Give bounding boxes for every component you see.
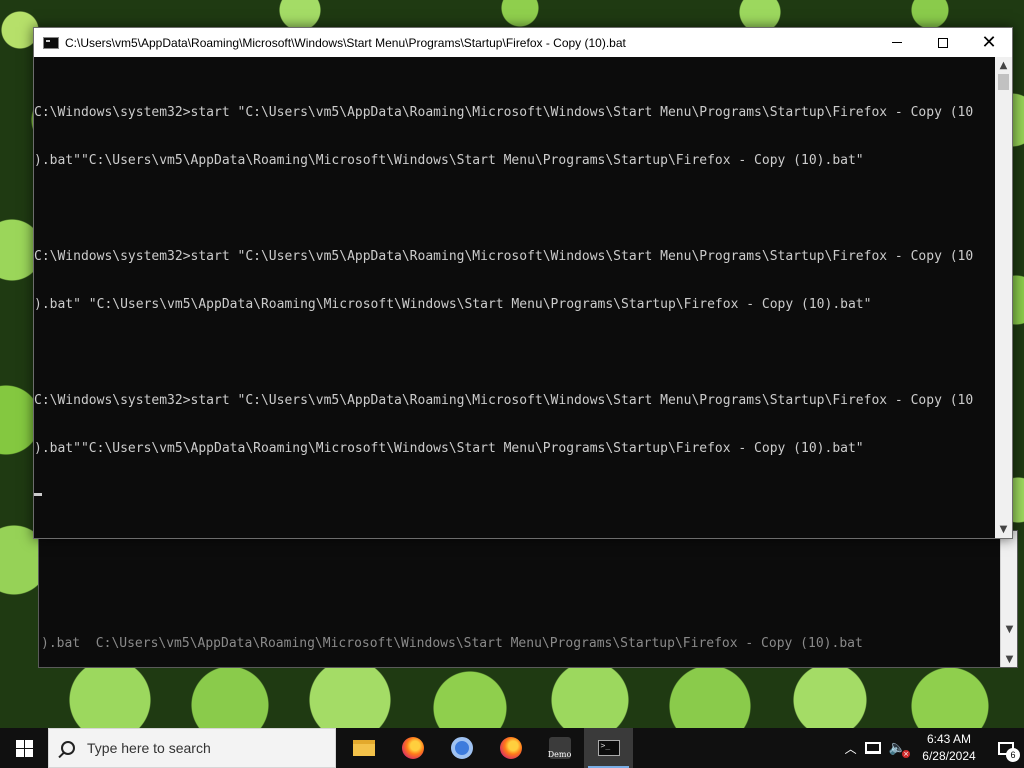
- start-button[interactable]: [0, 728, 48, 768]
- close-button[interactable]: ✕: [966, 28, 1012, 57]
- show-hidden-icons-button[interactable]: ︿: [841, 728, 861, 768]
- console-line: ).bat""C:\Users\vm5\AppData\Roaming\Micr…: [34, 153, 864, 168]
- taskbar-firefox-2[interactable]: [486, 728, 535, 768]
- windows-logo-icon: [15, 739, 33, 757]
- taskbar-demo[interactable]: Demo: [535, 728, 584, 768]
- network-button[interactable]: [861, 728, 885, 768]
- console-line: ).bat""C:\Users\vm5\AppData\Roaming\Micr…: [34, 441, 864, 456]
- close-icon: ✕: [981, 31, 997, 53]
- clock-date: 6/28/2024: [922, 749, 976, 763]
- background-console-line: ).bat C:\Users\vm5\AppData\Roaming\Micro…: [41, 636, 863, 651]
- console-window[interactable]: C:\Users\vm5\AppData\Roaming\Microsoft\W…: [33, 27, 1013, 539]
- background-console-window[interactable]: ).bat C:\Users\vm5\AppData\Roaming\Micro…: [38, 530, 1018, 668]
- system-tray: ︿ 🔈 × 6:43 AM 6/28/2024 6: [841, 728, 1024, 768]
- background-scrollbar[interactable]: ▼ ▼: [1000, 531, 1017, 667]
- search-icon: [61, 741, 75, 755]
- minimize-button[interactable]: [874, 28, 920, 57]
- taskbar-file-explorer[interactable]: [339, 728, 388, 768]
- search-box[interactable]: Type here to search: [48, 728, 336, 768]
- vertical-scrollbar[interactable]: ▲ ▼: [995, 57, 1012, 538]
- speaker-muted-icon: 🔈 ×: [888, 740, 910, 758]
- console-line: C:\Windows\system32>start "C:\Users\vm5\…: [34, 105, 974, 120]
- search-placeholder: Type here to search: [87, 740, 211, 756]
- cmd-icon: >_: [597, 740, 620, 756]
- taskbar-firefox[interactable]: [388, 728, 437, 768]
- taskbar-chrome[interactable]: [437, 728, 486, 768]
- minimize-icon: [892, 42, 902, 43]
- console-line: C:\Windows\system32>start "C:\Users\vm5\…: [34, 393, 974, 408]
- chevron-down-icon[interactable]: ▼: [1001, 651, 1018, 668]
- command-block: C:\Windows\system32>start "C:\Users\vm5\…: [34, 217, 995, 345]
- clock[interactable]: 6:43 AM 6/28/2024: [910, 728, 988, 768]
- taskbar-apps: Demo >_: [339, 728, 633, 768]
- scrollbar-thumb[interactable]: [998, 74, 1009, 90]
- cmd-icon: [43, 36, 59, 49]
- maximize-button[interactable]: [920, 28, 966, 57]
- taskbar: Type here to search Demo >_ ︿ 🔈 × 6:43 AM…: [0, 728, 1024, 768]
- console-line: C:\Windows\system32>start "C:\Users\vm5\…: [34, 249, 974, 264]
- firefox-icon: [499, 737, 522, 759]
- chevron-up-icon: ︿: [844, 741, 857, 756]
- command-block: C:\Windows\system32>start "C:\Users\vm5\…: [34, 73, 995, 201]
- chevron-up-icon[interactable]: ▲: [995, 57, 1012, 74]
- maximize-icon: [938, 37, 948, 48]
- folder-icon: [352, 740, 375, 756]
- chevron-down-icon[interactable]: ▼: [1001, 621, 1018, 638]
- window-title: C:\Users\vm5\AppData\Roaming\Microsoft\W…: [65, 35, 626, 50]
- notification-badge: 6: [1006, 748, 1020, 762]
- console-line: ).bat" "C:\Users\vm5\AppData\Roaming\Mic…: [34, 297, 872, 312]
- network-icon: [864, 742, 881, 754]
- demo-icon: Demo: [548, 737, 571, 759]
- clock-time: 6:43 AM: [926, 732, 972, 746]
- volume-button[interactable]: 🔈 ×: [885, 728, 910, 768]
- console-output[interactable]: C:\Windows\system32>start "C:\Users\vm5\…: [34, 57, 995, 538]
- title-bar[interactable]: C:\Users\vm5\AppData\Roaming\Microsoft\W…: [34, 28, 1012, 57]
- command-block: C:\Windows\system32>start "C:\Users\vm5\…: [34, 361, 995, 489]
- chrome-icon: [450, 737, 473, 759]
- action-center-button[interactable]: 6: [988, 728, 1024, 768]
- chevron-down-icon[interactable]: ▼: [995, 521, 1012, 538]
- text-cursor: [34, 493, 42, 496]
- firefox-icon: [401, 737, 424, 759]
- taskbar-command-prompt[interactable]: >_: [584, 728, 633, 768]
